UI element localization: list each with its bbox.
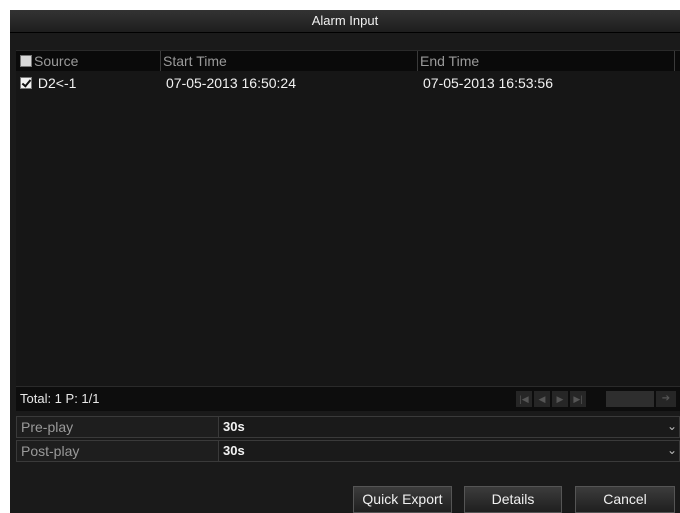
chevron-down-icon[interactable]: ⌄	[667, 440, 677, 460]
column-header-start-time: Start Time	[161, 51, 418, 71]
dialog-title: Alarm Input	[10, 10, 680, 33]
source-cell: D2<-1	[16, 73, 163, 93]
cancel-button[interactable]: Cancel	[575, 486, 675, 513]
pagination-bar: Total: 1 P: 1/1 |◀ ◀ ▶ ▶| ➔	[16, 386, 680, 411]
chevron-down-icon[interactable]: ⌄	[667, 416, 677, 436]
column-header-source: Source	[16, 51, 161, 71]
total-count: Total: 1 P: 1/1	[20, 391, 100, 406]
details-button[interactable]: Details	[464, 486, 562, 513]
pre-play-select[interactable]: 30s	[223, 417, 245, 437]
pre-play-label: Pre-play	[17, 417, 219, 437]
table-header: Source Start Time End Time	[16, 51, 680, 71]
post-play-select[interactable]: 30s	[223, 441, 245, 461]
row-checkbox[interactable]	[20, 77, 32, 90]
prev-page-icon[interactable]: ◀	[534, 391, 550, 407]
quick-export-button[interactable]: Quick Export	[353, 486, 452, 513]
select-all-checkbox[interactable]	[20, 55, 32, 68]
post-play-label: Post-play	[17, 441, 219, 461]
first-page-icon[interactable]: |◀	[516, 391, 532, 407]
column-header-end-time: End Time	[418, 51, 675, 71]
page-number-input[interactable]	[606, 391, 654, 407]
post-play-row: Post-play 30s ⌄	[16, 440, 680, 462]
results-table: Source Start Time End Time D2<-1 07-05-2…	[16, 50, 680, 387]
end-time-cell: 07-05-2013 16:53:56	[423, 75, 553, 91]
go-arrow-icon[interactable]: ➔	[656, 391, 676, 407]
pre-play-row: Pre-play 30s ⌄	[16, 416, 680, 438]
table-row[interactable]: D2<-1 07-05-2013 16:50:24 07-05-2013 16:…	[16, 73, 680, 93]
next-page-icon[interactable]: ▶	[552, 391, 568, 407]
start-time-cell: 07-05-2013 16:50:24	[166, 75, 296, 91]
last-page-icon[interactable]: ▶|	[570, 391, 586, 407]
alarm-input-dialog: Alarm Input Source Start Time End Time D…	[10, 10, 680, 513]
